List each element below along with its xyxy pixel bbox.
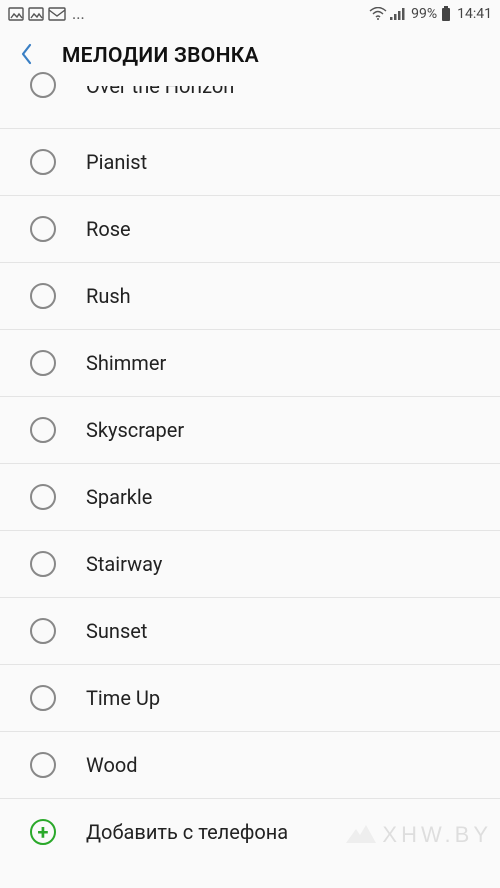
ringtone-label-wrap: Over the Horizon — [86, 78, 500, 108]
radio-unchecked-icon[interactable] — [30, 551, 56, 577]
image-icon — [8, 7, 24, 21]
ringtone-label-wrap: Stairway — [86, 552, 500, 576]
ringtone-label: Over the Horizon — [86, 78, 500, 98]
radio-unchecked-icon[interactable] — [30, 216, 56, 242]
ringtone-row[interactable]: Sparkle — [0, 463, 500, 530]
status-bar-left: ... — [8, 6, 85, 22]
ringtone-row[interactable]: Over the Horizon — [0, 84, 500, 128]
status-time: 14:41 — [457, 6, 492, 22]
ringtone-label: Pianist — [86, 150, 500, 174]
ringtone-label-wrap: Shimmer — [86, 351, 500, 375]
ringtone-label-wrap: Skyscraper — [86, 418, 500, 442]
ringtone-label: Time Up — [86, 686, 500, 710]
ringtone-label: Sparkle — [86, 485, 500, 509]
status-bar-right: 99% 14:41 — [369, 6, 492, 22]
ringtone-label: Rose — [86, 217, 500, 241]
ringtone-row[interactable]: Sunset — [0, 597, 500, 664]
add-label-wrap: Добавить с телефона — [86, 820, 500, 844]
radio-unchecked-icon[interactable] — [30, 484, 56, 510]
mail-icon — [48, 7, 66, 21]
status-more-icon: ... — [72, 6, 85, 22]
ringtone-label: Rush — [86, 284, 500, 308]
ringtone-label-wrap: Pianist — [86, 150, 500, 174]
ringtone-row[interactable]: Rush — [0, 262, 500, 329]
header: МЕЛОДИИ ЗВОНКА — [0, 28, 500, 84]
plus-icon: + — [30, 819, 56, 845]
ringtone-label: Wood — [86, 753, 500, 777]
wifi-icon — [369, 7, 387, 21]
signal-icon — [389, 7, 405, 21]
ringtone-label-wrap: Time Up — [86, 686, 500, 710]
ringtone-label-wrap: Rose — [86, 217, 500, 241]
battery-percent: 99% — [411, 6, 437, 22]
battery-icon — [441, 6, 451, 22]
ringtone-row[interactable]: Time Up — [0, 664, 500, 731]
ringtone-label-wrap: Sunset — [86, 619, 500, 643]
add-from-phone-label: Добавить с телефона — [86, 820, 500, 844]
ringtone-row[interactable]: Pianist — [0, 128, 500, 195]
ringtone-label: Sunset — [86, 619, 500, 643]
radio-unchecked-icon[interactable] — [30, 417, 56, 443]
radio-unchecked-icon[interactable] — [30, 72, 56, 98]
page-title: МЕЛОДИИ ЗВОНКА — [62, 44, 259, 68]
back-button[interactable] — [10, 40, 42, 72]
radio-unchecked-icon[interactable] — [30, 283, 56, 309]
add-from-phone-row[interactable]: + Добавить с телефона — [0, 798, 500, 865]
ringtone-row[interactable]: Stairway — [0, 530, 500, 597]
radio-unchecked-icon[interactable] — [30, 685, 56, 711]
status-bar: ... 99% 14:41 — [0, 0, 500, 28]
radio-unchecked-icon[interactable] — [30, 350, 56, 376]
ringtone-label: Skyscraper — [86, 418, 500, 442]
ringtone-label-wrap: Sparkle — [86, 485, 500, 509]
ringtone-row[interactable]: Skyscraper — [0, 396, 500, 463]
radio-unchecked-icon[interactable] — [30, 752, 56, 778]
ringtone-label: Stairway — [86, 552, 500, 576]
ringtone-list: Over the Horizon Pianist Rose Rush Shimmer Sk… — [0, 84, 500, 865]
chevron-left-icon — [19, 42, 33, 70]
radio-unchecked-icon[interactable] — [30, 149, 56, 175]
ringtone-row[interactable]: Shimmer — [0, 329, 500, 396]
ringtone-label-wrap: Rush — [86, 284, 500, 308]
ringtone-label: Shimmer — [86, 351, 500, 375]
ringtone-row[interactable]: Wood — [0, 731, 500, 798]
ringtone-label-wrap: Wood — [86, 753, 500, 777]
radio-unchecked-icon[interactable] — [30, 618, 56, 644]
ringtone-row[interactable]: Rose — [0, 195, 500, 262]
image-icon — [28, 7, 44, 21]
